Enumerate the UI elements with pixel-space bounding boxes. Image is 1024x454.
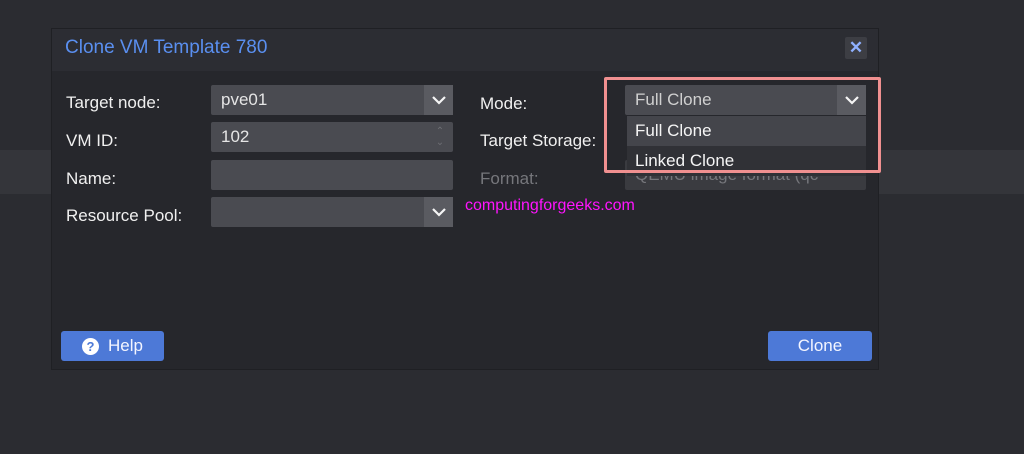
dialog-header: Clone VM Template 780 ✕ bbox=[52, 29, 878, 71]
target-node-value: pve01 bbox=[221, 90, 268, 109]
vm-id-value: 102 bbox=[221, 127, 250, 146]
mode-label: Mode: bbox=[480, 94, 528, 113]
vm-id-spinner[interactable]: ⌃ ⌄ bbox=[431, 124, 449, 150]
vm-id-label: VM ID: bbox=[66, 131, 118, 150]
spinner-down-icon: ⌄ bbox=[435, 137, 445, 148]
target-storage-label: Target Storage: bbox=[480, 131, 597, 150]
watermark-text: computingforgeeks.com bbox=[465, 197, 635, 214]
highlight-box bbox=[604, 77, 881, 173]
vm-id-input[interactable]: 102 ⌃ ⌄ bbox=[211, 122, 453, 152]
clone-button[interactable]: Clone bbox=[768, 331, 872, 361]
name-label: Name: bbox=[66, 169, 117, 188]
dialog-title: Clone VM Template 780 bbox=[65, 37, 268, 58]
spinner-up-icon: ⌃ bbox=[435, 126, 445, 137]
resource-pool-dropdown-trigger[interactable] bbox=[424, 197, 453, 227]
help-icon: ? bbox=[82, 337, 100, 355]
chevron-down-icon bbox=[431, 207, 446, 217]
target-node-dropdown-trigger[interactable] bbox=[424, 85, 453, 115]
chevron-down-icon bbox=[431, 95, 446, 105]
resource-pool-label: Resource Pool: bbox=[66, 206, 183, 225]
close-button[interactable]: ✕ bbox=[845, 37, 867, 59]
format-label: Format: bbox=[480, 169, 539, 188]
name-input[interactable] bbox=[211, 160, 453, 190]
resource-pool-select[interactable] bbox=[211, 197, 453, 227]
help-button[interactable]: ? Help bbox=[61, 331, 164, 361]
help-button-label: Help bbox=[108, 336, 143, 355]
target-node-label: Target node: bbox=[66, 93, 161, 112]
target-node-select[interactable]: pve01 bbox=[211, 85, 453, 115]
clone-button-label: Clone bbox=[797, 336, 843, 355]
close-icon: ✕ bbox=[848, 38, 864, 57]
